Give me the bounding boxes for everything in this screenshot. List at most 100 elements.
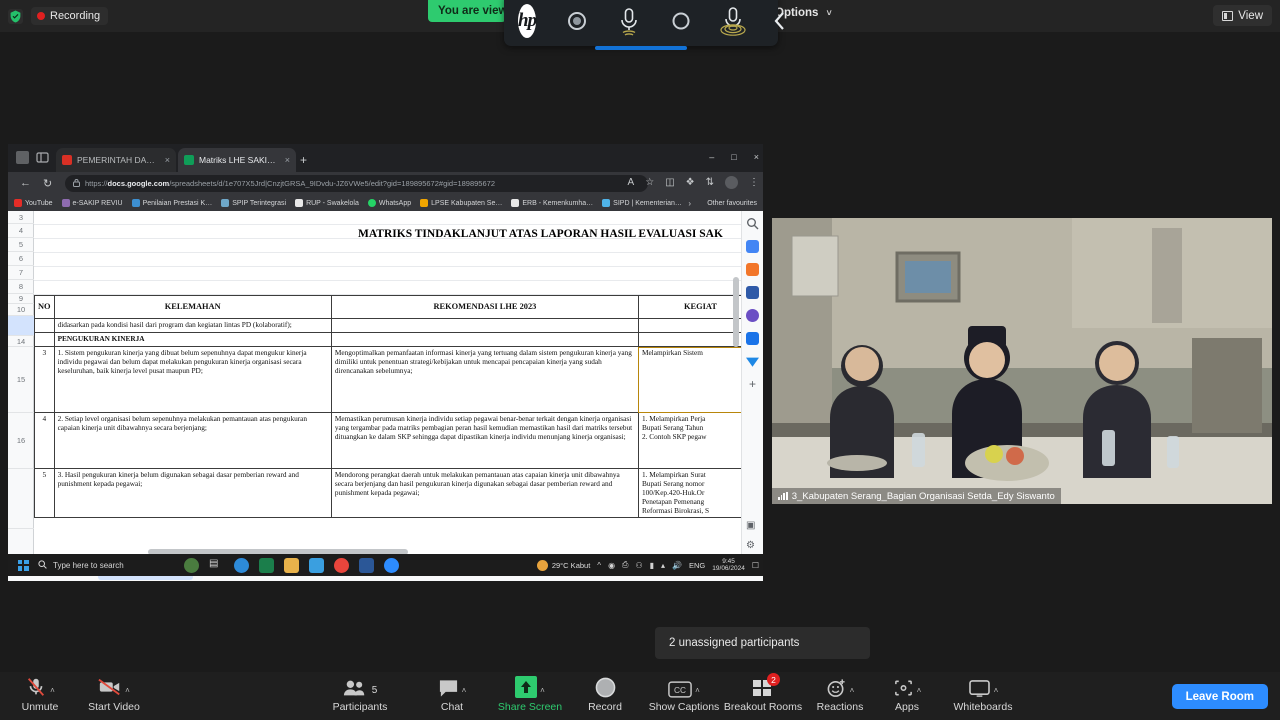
bookmark-e-sakip-reviu[interactable]: e-SAKIP REVIU [61, 199, 123, 207]
cell-kelemahan[interactable]: didasarkan pada kondisi hasil dari progr… [53, 318, 332, 334]
contacts-icon[interactable] [746, 309, 759, 322]
word-icon[interactable] [359, 557, 374, 573]
cell-kelemahan[interactable]: 1. Sistem pengukuran kinerja yang dibuat… [53, 346, 332, 414]
row-header[interactable]: 9 [8, 294, 34, 304]
tasks-icon[interactable] [746, 286, 759, 299]
leave-room-button[interactable]: Leave Room [1171, 684, 1268, 709]
zoom-icon[interactable] [384, 557, 399, 573]
cell-no[interactable] [34, 318, 55, 334]
cell-no[interactable]: 3 [34, 346, 55, 414]
unmute-button[interactable]: ˄ Unmute [8, 676, 72, 713]
bookmark-rup-swakelola[interactable]: RUP - Swakelola [295, 199, 359, 207]
cell-rekomendasi[interactable] [330, 332, 639, 348]
cell-section-title[interactable]: PENGUKURAN KINERJA [53, 332, 332, 348]
row-header[interactable]: 5 [8, 238, 34, 252]
folder-icon[interactable] [284, 557, 299, 573]
volume-icon[interactable]: 🔊 [672, 561, 682, 570]
video-options-chevron-icon[interactable]: ˄ [125, 686, 130, 695]
cell-no[interactable]: 4 [34, 412, 55, 470]
bookmark-sipd-kementerian[interactable]: SIPD | Kementerian… [602, 199, 682, 207]
taskbar-clock[interactable]: 9:45 19/06/2024 [712, 558, 745, 573]
back-icon[interactable]: ← [20, 177, 31, 189]
mic-options-chevron-icon[interactable]: ˄ [50, 686, 55, 695]
browser-tab-1[interactable]: PEMERINTAH DAERAH KABUPA… × [56, 148, 176, 172]
reactions-button[interactable]: ˄ Reactions [808, 676, 872, 713]
printer-icon[interactable]: ⎙ [622, 560, 628, 570]
table-row[interactable]: 5 3. Hasil pengukuran kinerja belum digu… [34, 468, 763, 519]
close-window-button[interactable]: × [754, 152, 759, 162]
cell-rekomendasi[interactable] [330, 318, 639, 334]
weather-widget[interactable]: 29°C Kabut [536, 559, 590, 571]
row-header[interactable]: 7 [8, 266, 34, 280]
record-button[interactable]: Record [573, 676, 637, 713]
bookmark-star-icon[interactable]: ☆ [645, 177, 654, 188]
explore-icon[interactable]: ▣ [746, 520, 759, 533]
start-video-button[interactable]: ˄ Start Video [82, 676, 146, 713]
cell-kelemahan[interactable]: 2. Setiap level organisasi belum sepenuh… [53, 412, 332, 470]
bookmark-lpse-kabupaten[interactable]: LPSE Kabupaten Se… [420, 199, 502, 207]
network-icon[interactable]: ▴ [661, 561, 665, 570]
table-row[interactable]: 3 1. Sistem pengukuran kinerja yang dibu… [34, 346, 763, 414]
whiteboards-options-chevron-icon[interactable]: ˄ [994, 686, 999, 695]
taskbar-search[interactable]: Type here to search [38, 559, 178, 571]
apps-button[interactable]: ˄ Apps [875, 676, 939, 713]
row-header[interactable]: 14 [8, 336, 34, 347]
cell-rekomendasi[interactable]: Mengoptimalkan pemanfaatan informasi kin… [330, 346, 639, 414]
bookmarks-overflow-icon[interactable]: › [688, 199, 691, 208]
add-addon-icon[interactable]: + [746, 378, 759, 391]
row-header[interactable]: 6 [8, 252, 34, 266]
app-widget-icon[interactable] [184, 557, 199, 573]
bookmark-penilaian-prestasi[interactable]: Penilaian Prestasi K… [131, 199, 212, 207]
cell-no[interactable] [34, 332, 55, 348]
onedrive-icon[interactable]: ◉ [608, 561, 615, 570]
usb-icon[interactable]: ⚇ [635, 561, 642, 570]
bookmark-youtube[interactable]: YouTube [14, 199, 53, 207]
bookmark-erb-kemenkumham[interactable]: ERB - Kemenkumha… [511, 199, 593, 207]
bookmark-spip-terintegrasi[interactable]: SPIP Terintegrasi [221, 199, 286, 207]
language-indicator[interactable]: ENG [689, 561, 705, 570]
row-header[interactable]: 16 [8, 413, 34, 469]
cell-kelemahan[interactable]: 3. Hasil pengukuran kinerja belum diguna… [53, 468, 332, 519]
task-view-icon[interactable]: ▤ [209, 558, 224, 573]
apps-options-chevron-icon[interactable]: ˄ [917, 686, 922, 695]
mic-noise-icon[interactable] [614, 4, 644, 38]
cell-rekomendasi[interactable]: Mendorong perangkat daerah untuk melakuk… [330, 468, 639, 519]
cell-no[interactable]: 5 [34, 468, 55, 519]
address-bar[interactable]: https://docs.google.com/spreadsheets/d/1… [65, 175, 648, 192]
extensions-puzzle-icon[interactable]: ❖ [686, 177, 695, 188]
collapse-chevron-icon[interactable] [770, 4, 790, 38]
maps-icon[interactable] [746, 332, 759, 345]
participants-button[interactable]: 5 Participants [328, 676, 392, 713]
browser-tab-2[interactable]: Matriks LHE SAKIP 2023.xlsx - G… × [178, 148, 296, 172]
mail-icon[interactable] [309, 557, 324, 573]
cell-rekomendasi[interactable]: Memastikan perumusan kinerja individu se… [330, 412, 639, 470]
share-screen-button[interactable]: ˄ Share Screen [498, 676, 562, 713]
other-favourites-folder[interactable]: Other favourites [704, 200, 757, 207]
search-icon[interactable] [746, 217, 759, 230]
action-center-icon[interactable]: ☐ [752, 561, 759, 570]
row-header[interactable]: 15 [8, 347, 34, 413]
reload-icon[interactable]: ↻ [43, 177, 52, 190]
maximize-button[interactable]: □ [731, 152, 736, 162]
speaker-mute-icon[interactable] [562, 4, 592, 38]
bookmark-whatsapp[interactable]: WhatsApp [367, 199, 411, 207]
translate-icon[interactable]: A [628, 177, 635, 188]
row-header[interactable]: 10 [8, 304, 34, 316]
share-icon[interactable]: ⇅ [706, 177, 714, 188]
show-captions-button[interactable]: CC ˄ Show Captions [646, 676, 722, 713]
new-tab-button[interactable]: + [300, 153, 307, 167]
row-header[interactable] [8, 469, 34, 529]
row-header[interactable]: 3 [8, 211, 34, 224]
drive-icon[interactable] [746, 357, 759, 367]
recording-indicator[interactable]: Recording [31, 7, 109, 25]
table-row-section[interactable]: PENGUKURAN KINERJA [34, 332, 763, 348]
captions-options-chevron-icon[interactable]: ˄ [695, 686, 700, 695]
explorer-icon[interactable] [259, 557, 274, 573]
chat-options-chevron-icon[interactable]: ˄ [462, 686, 467, 695]
view-button[interactable]: View [1213, 5, 1272, 26]
chrome-icon[interactable] [334, 557, 349, 573]
browser-menu-icon[interactable]: ⋮ [749, 177, 759, 188]
row-header[interactable]: 8 [8, 280, 34, 294]
minimize-button[interactable]: – [709, 152, 714, 162]
mic-echo-icon[interactable] [718, 4, 748, 38]
